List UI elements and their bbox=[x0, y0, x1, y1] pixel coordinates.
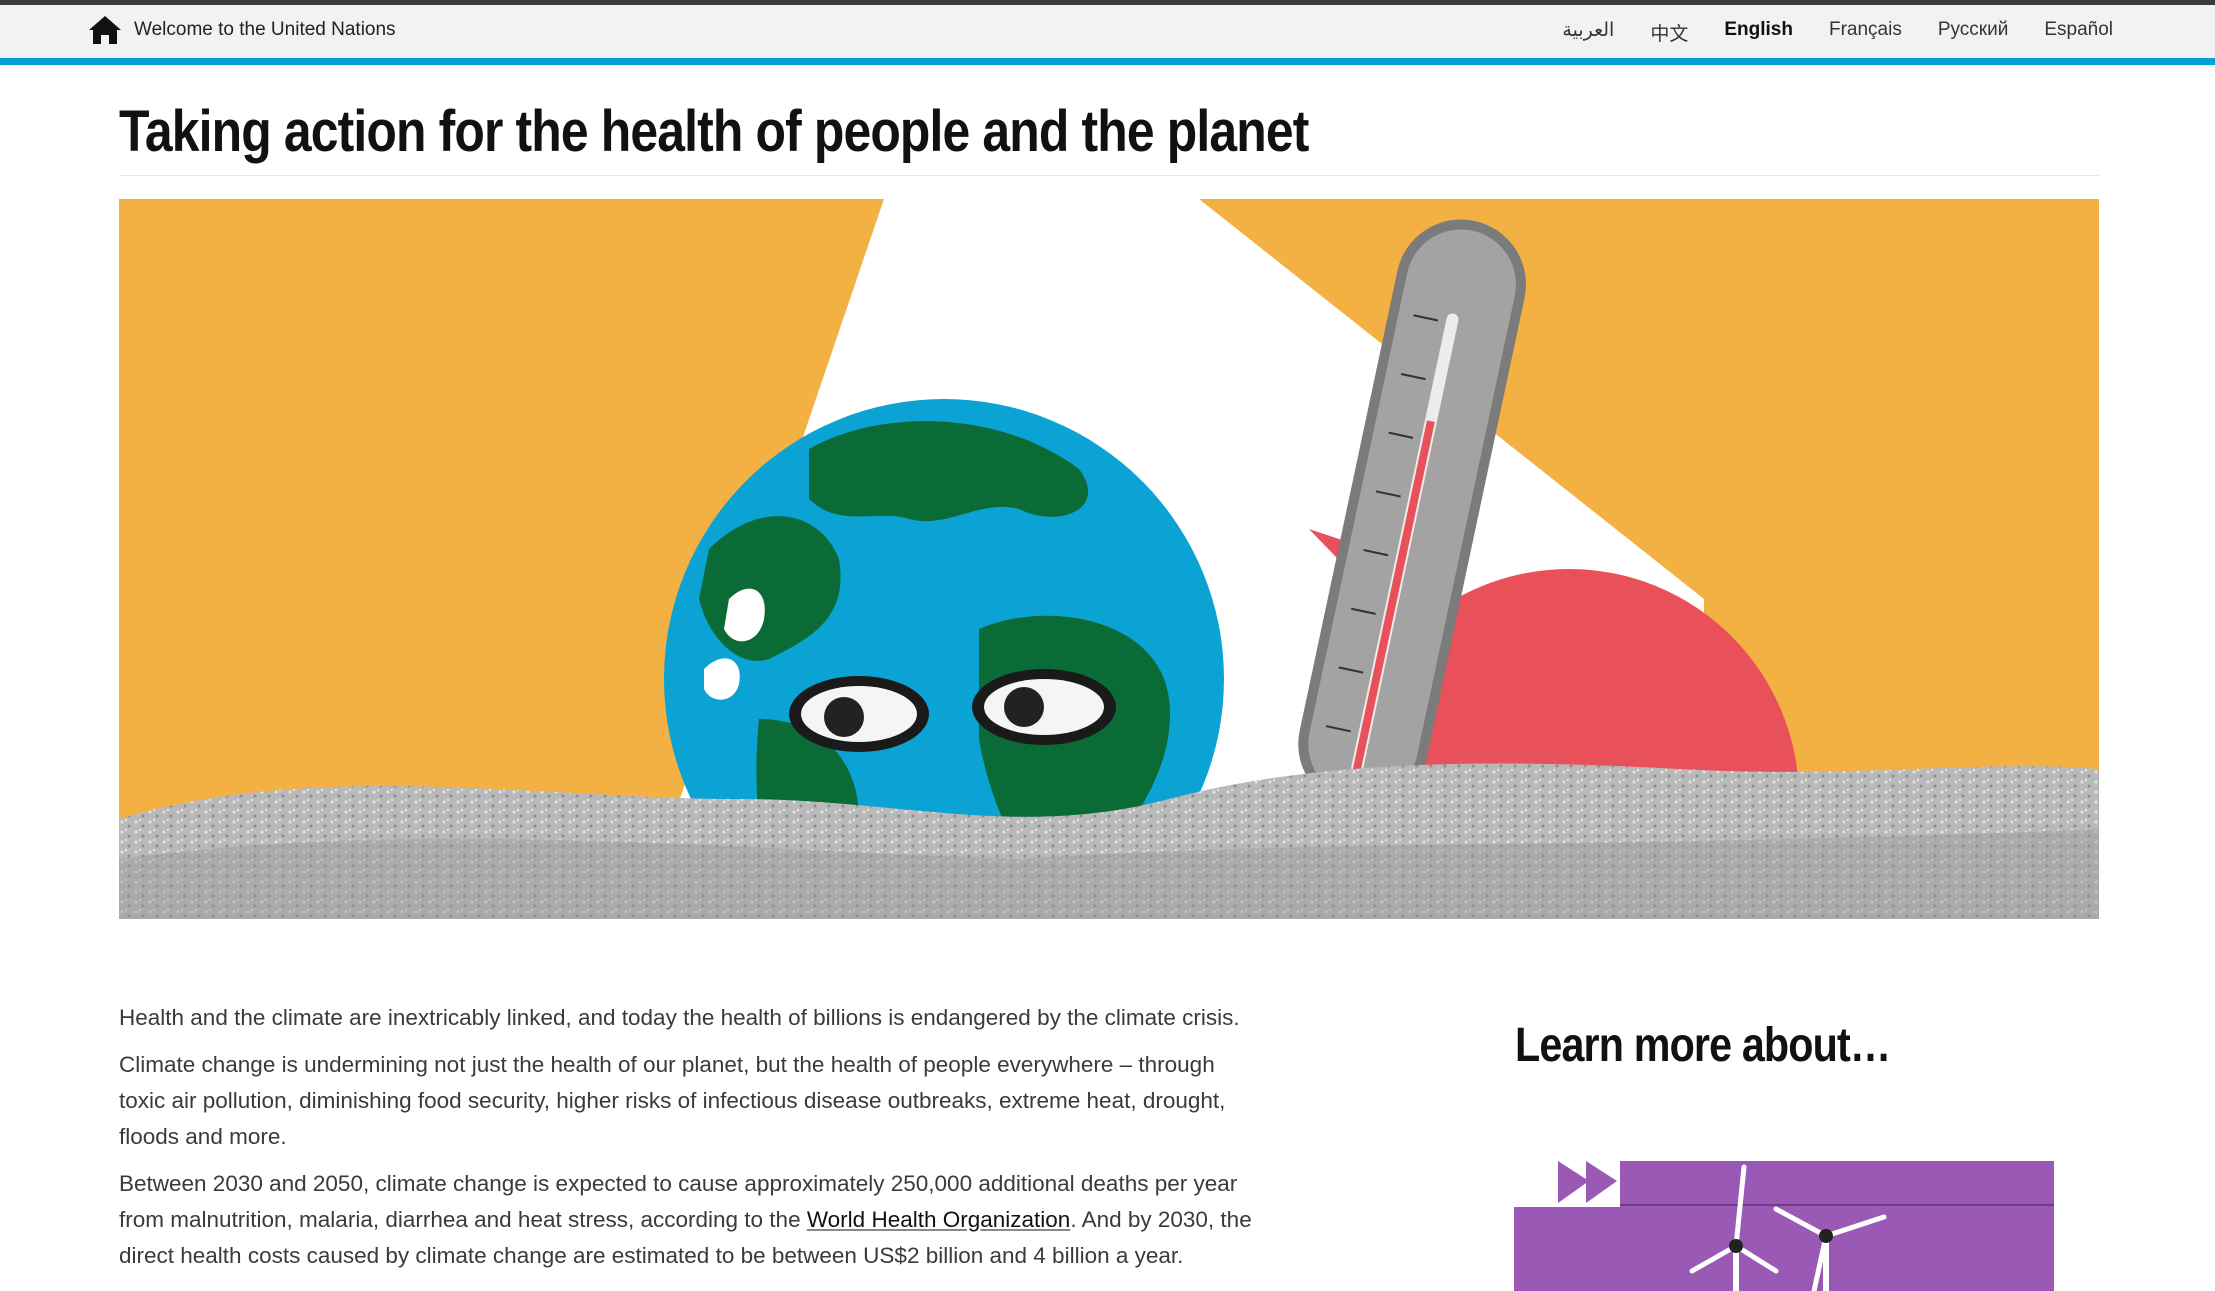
lang-english[interactable]: English bbox=[1724, 19, 1793, 46]
article-body: Health and the climate are inextricably … bbox=[119, 1000, 1259, 1285]
home-icon bbox=[89, 16, 121, 44]
lang-arabic[interactable]: العربية bbox=[1562, 19, 1614, 46]
home-label: Welcome to the United Nations bbox=[134, 19, 396, 40]
title-divider bbox=[119, 175, 2099, 176]
lang-french[interactable]: Français bbox=[1829, 19, 1902, 46]
language-bar: Welcome to the United Nations العربية 中文… bbox=[0, 5, 2215, 65]
hero-image bbox=[119, 199, 2099, 919]
renewable-energy-card-image bbox=[1514, 1161, 2054, 1291]
language-switcher: العربية 中文 English Français Русский Espa… bbox=[1526, 19, 2113, 46]
learn-more-card[interactable] bbox=[1514, 1161, 2054, 1291]
article-paragraph-2: Climate change is undermining not just t… bbox=[119, 1052, 1226, 1149]
lang-russian[interactable]: Русский bbox=[1938, 19, 2009, 46]
article-paragraph-3: Between 2030 and 2050, climate change is… bbox=[119, 1166, 1259, 1274]
article-paragraph-1: Health and the climate are inextricably … bbox=[119, 1005, 1240, 1030]
lang-chinese[interactable]: 中文 bbox=[1650, 19, 1688, 46]
hero-illustration bbox=[119, 199, 2099, 919]
page-title: Taking action for the health of people a… bbox=[119, 99, 1309, 164]
who-link[interactable]: World Health Organization bbox=[807, 1207, 1070, 1232]
home-link[interactable]: Welcome to the United Nations bbox=[88, 15, 396, 45]
learn-more-heading: Learn more about… bbox=[1515, 1019, 1891, 1072]
lang-spanish[interactable]: Español bbox=[2044, 19, 2113, 46]
